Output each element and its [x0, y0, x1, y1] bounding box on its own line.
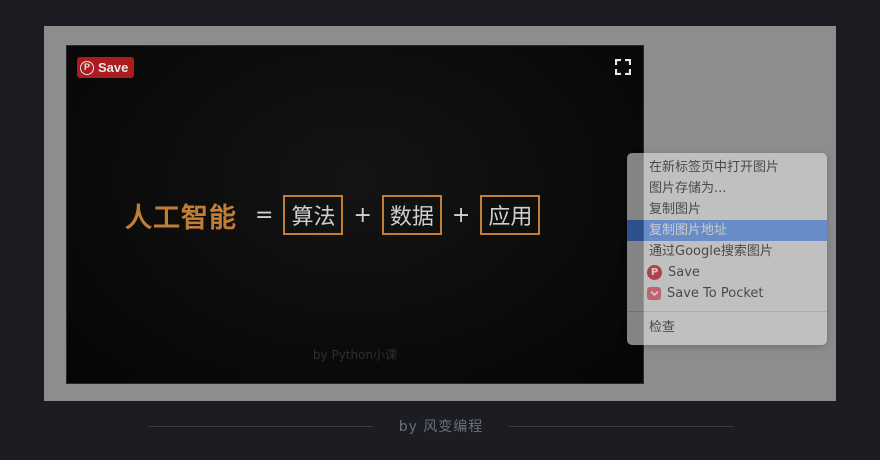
pocket-icon [647, 287, 661, 300]
pinterest-icon: P [647, 265, 662, 280]
pinterest-icon: P [80, 60, 94, 75]
menu-item-label: 图片存储为... [649, 181, 727, 196]
menu-item-label: 在新标签页中打开图片 [649, 160, 780, 175]
plus-sign: + [451, 202, 471, 228]
menu-divider [627, 311, 827, 312]
formula-title: 人工智能 [125, 202, 237, 234]
menu-item-search-google-for-image[interactable]: 通过Google搜索图片 [627, 241, 827, 262]
image-watermark: by Python小课 [312, 348, 398, 362]
plus-sign: + [353, 202, 372, 228]
menu-item-label: 通过Google搜索图片 [649, 244, 773, 259]
caption-divider-left [148, 425, 373, 427]
menu-item-pinterest-save[interactable]: P Save [627, 262, 827, 283]
slide-image[interactable]: P Save 人工智能 = 算法 + 数据 + 应用 by Python小课 [66, 45, 644, 384]
menu-item-label: 检查 [649, 320, 676, 335]
pinterest-save-label: Save [98, 60, 129, 75]
menu-item-label: 复制图片 [649, 202, 702, 217]
menu-item-label: Save To Pocket [667, 286, 764, 301]
equals-sign: = [255, 202, 274, 228]
caption-divider-right [509, 425, 734, 427]
menu-item-copy-image-address[interactable]: 复制图片地址 [627, 220, 827, 241]
menu-item-label: Save [668, 265, 700, 280]
menu-item-open-in-new-tab[interactable]: 在新标签页中打开图片 [627, 157, 827, 178]
menu-item-save-to-pocket[interactable]: Save To Pocket [627, 283, 827, 304]
menu-item-inspect[interactable]: 检查 [627, 317, 827, 338]
menu-item-label: 复制图片地址 [649, 223, 728, 238]
expand-icon[interactable] [615, 59, 631, 75]
formula-term: 应用 [480, 195, 541, 235]
formula-term: 算法 [283, 195, 344, 235]
caption: by 风变编程 [148, 416, 734, 436]
formula: 人工智能 = 算法 + 数据 + 应用 [125, 193, 541, 237]
menu-item-save-image-as[interactable]: 图片存储为... [627, 178, 827, 199]
formula-term: 数据 [381, 195, 442, 235]
pinterest-save-button[interactable]: P Save [77, 57, 135, 78]
caption-text: by 风变编程 [398, 419, 484, 435]
context-menu: 在新标签页中打开图片 图片存储为... 复制图片 复制图片地址 通过Google… [627, 153, 827, 345]
menu-item-copy-image[interactable]: 复制图片 [627, 199, 827, 220]
